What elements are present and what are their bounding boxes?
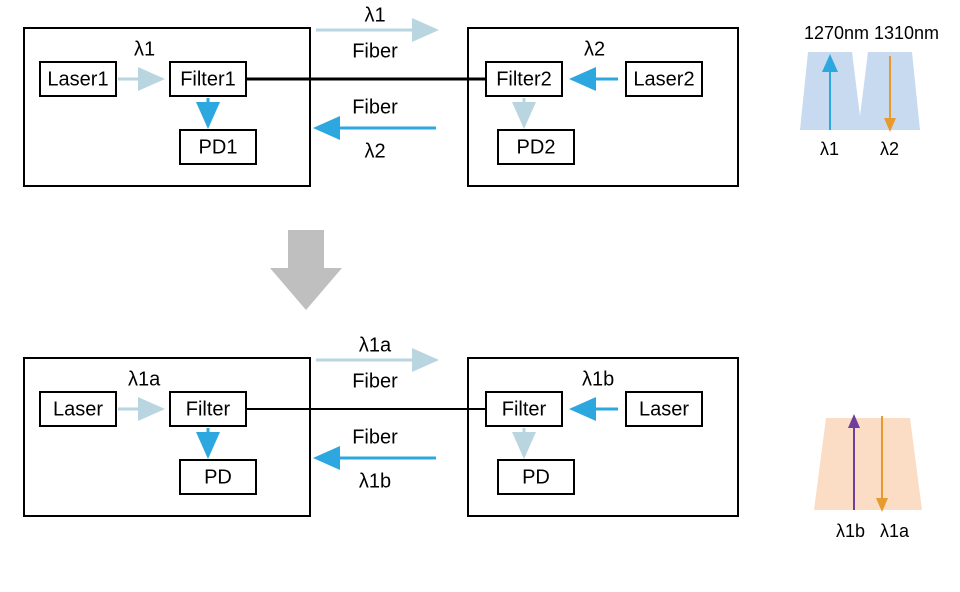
- laser2-label: Laser2: [633, 68, 694, 90]
- lambda-br-label: λ1b: [582, 368, 614, 390]
- pd-bl-label: PD: [204, 466, 232, 488]
- filter1-label: Filter1: [180, 68, 236, 90]
- lambda-bl-label: λ1a: [128, 368, 161, 390]
- lambda2-label: λ2: [584, 38, 605, 60]
- nm-1310: 1310nm: [874, 23, 939, 43]
- fiber-rev-label-top: Fiber: [352, 96, 398, 118]
- lambda-rev-top: λ2: [364, 140, 385, 162]
- fiber-rev-label-bottom: Fiber: [352, 426, 398, 448]
- top-left-module: [24, 28, 310, 186]
- spectrum-bottom-l1b-label: λ1b: [836, 521, 865, 541]
- filter-br-label: Filter: [502, 398, 547, 420]
- spectrum-top-l2-label: λ2: [880, 139, 899, 159]
- pd-br-label: PD: [522, 466, 550, 488]
- pd2-label: PD2: [517, 136, 556, 158]
- lambda1-label: λ1: [134, 38, 155, 60]
- laser-bl-label: Laser: [53, 398, 103, 420]
- fiber-fwd-label-bottom: Fiber: [352, 370, 398, 392]
- pd1-label: PD1: [199, 136, 238, 158]
- filter-bl-label: Filter: [186, 398, 231, 420]
- bottom-left-module: [24, 358, 310, 516]
- nm-1270: 1270nm: [804, 23, 869, 43]
- lambda-fwd-top: λ1: [364, 4, 385, 26]
- spectrum-top-shape: [800, 52, 920, 130]
- spectrum-top-l1-label: λ1: [820, 139, 839, 159]
- laser1-label: Laser1: [47, 68, 108, 90]
- spectrum-bottom-l1a-label: λ1a: [880, 521, 910, 541]
- down-arrow-icon: [270, 230, 342, 310]
- spectrum-bottom-shape: [814, 418, 922, 510]
- lambda-rev-bottom: λ1b: [359, 470, 391, 492]
- lambda-fwd-bottom: λ1a: [359, 334, 392, 356]
- laser-br-label: Laser: [639, 398, 689, 420]
- fiber-fwd-label-top: Fiber: [352, 40, 398, 62]
- filter2-label: Filter2: [496, 68, 552, 90]
